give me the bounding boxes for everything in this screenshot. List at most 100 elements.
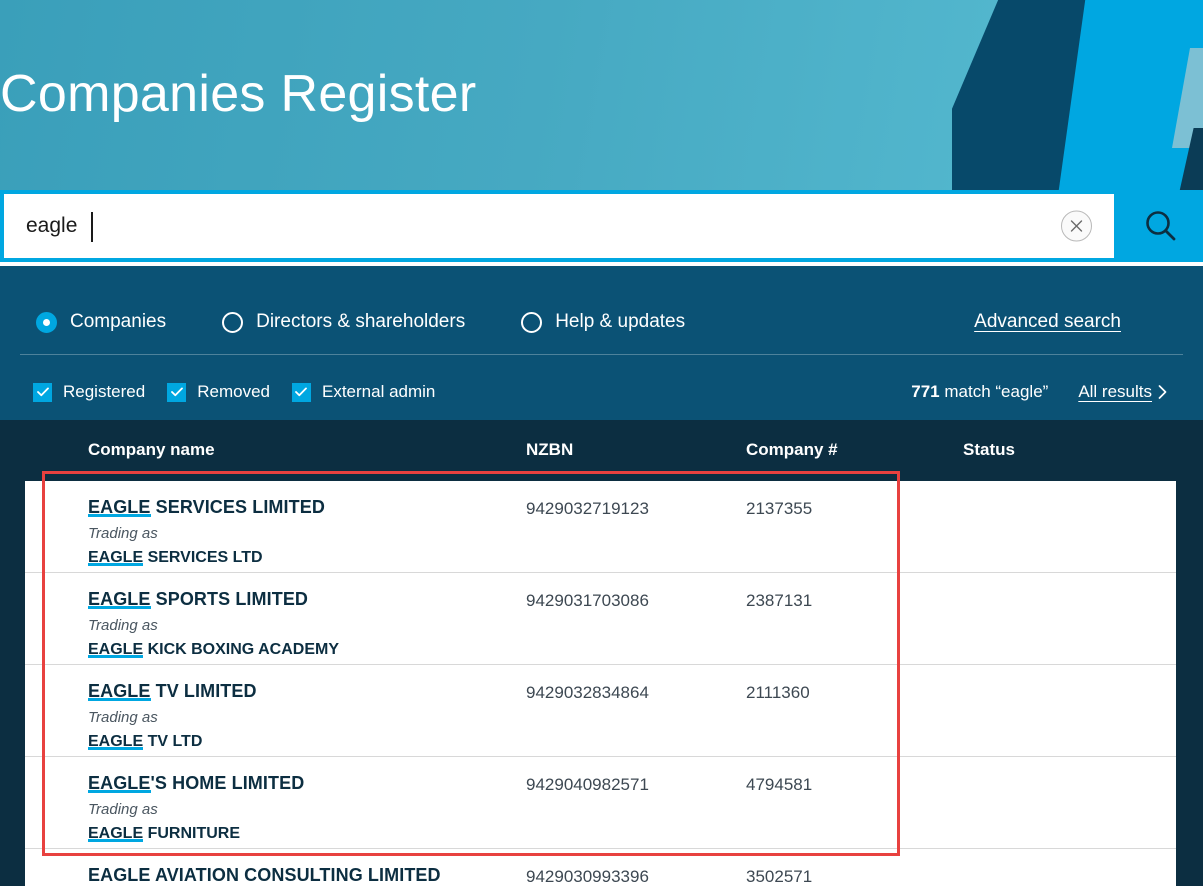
company-name-cell: EAGLE TV LIMITED Trading as EAGLE TV LTD bbox=[88, 681, 257, 751]
table-row[interactable]: EAGLE SPORTS LIMITED Trading as EAGLE KI… bbox=[25, 573, 1176, 665]
radio-option-directors-shareholders[interactable]: Directors & shareholders bbox=[222, 311, 465, 333]
company-number-cell: 3502571 bbox=[746, 867, 813, 886]
radio-icon-selected bbox=[36, 311, 57, 333]
trading-name-link[interactable]: EAGLE FURNITURE bbox=[88, 825, 304, 843]
trading-name-rest: FURNITURE bbox=[143, 825, 241, 842]
trading-name-rest: TV LTD bbox=[143, 733, 203, 750]
trading-name-link[interactable]: EAGLE TV LTD bbox=[88, 733, 257, 751]
company-name-rest: SERVICES LIMITED bbox=[150, 497, 325, 517]
status-checkbox-group: Registered Removed External admin 771 ma… bbox=[20, 368, 1183, 416]
text-caret bbox=[91, 212, 93, 242]
trading-as-label: Trading as bbox=[88, 525, 158, 542]
radio-label-help-updates: Help & updates bbox=[555, 311, 686, 332]
results-table-header-row: Company name NZBN Company # Status bbox=[0, 420, 1203, 481]
checkbox-icon-checked bbox=[291, 382, 311, 402]
table-row[interactable]: EAGLE AVIATION CONSULTING LIMITED 942903… bbox=[25, 849, 1176, 886]
company-name-rest: EAGLE AVIATION CONSULTING LIMITED bbox=[88, 865, 441, 885]
clear-search-button[interactable] bbox=[1061, 210, 1092, 242]
search-term-highlight: EAGLE bbox=[88, 549, 144, 566]
advanced-search-link[interactable]: Advanced search bbox=[974, 311, 1121, 333]
search-scope-radio-group: Companies Directors & shareholders Help … bbox=[20, 291, 1183, 353]
check-icon bbox=[170, 387, 183, 397]
trading-name-rest: KICK BOXING ACADEMY bbox=[143, 641, 339, 658]
search-submit-button[interactable] bbox=[1118, 190, 1203, 262]
table-row[interactable]: EAGLE TV LIMITED Trading as EAGLE TV LTD… bbox=[25, 665, 1176, 757]
radio-option-help-updates[interactable]: Help & updates bbox=[521, 311, 685, 333]
search-filters: Companies Directors & shareholders Help … bbox=[0, 266, 1203, 420]
all-results-link[interactable]: All results bbox=[1078, 382, 1167, 402]
company-name-cell: EAGLE SERVICES LIMITED Trading as EAGLE … bbox=[88, 497, 325, 567]
search-term-highlight: EAGLE bbox=[88, 497, 151, 517]
radio-icon-unselected bbox=[222, 311, 244, 333]
checkbox-option-external-admin[interactable]: External admin bbox=[291, 382, 436, 402]
match-count-number: 771 bbox=[911, 382, 940, 401]
column-header-company-number: Company # bbox=[746, 440, 838, 459]
nzbn-cell: 9429040982571 bbox=[526, 775, 649, 794]
company-name-cell: EAGLE'S HOME LIMITED Trading as EAGLE FU… bbox=[88, 773, 304, 843]
trading-as-label: Trading as bbox=[88, 709, 158, 726]
check-icon bbox=[36, 387, 49, 397]
companies-register-page: Companies Register Companies bbox=[0, 0, 1203, 886]
radio-icon-unselected bbox=[521, 311, 543, 333]
nzbn-cell: 9429032834864 bbox=[526, 683, 649, 702]
company-name-link[interactable]: EAGLE SPORTS LIMITED bbox=[88, 589, 339, 610]
company-name-link[interactable]: EAGLE SERVICES LIMITED bbox=[88, 497, 325, 518]
search-input[interactable] bbox=[4, 194, 1114, 258]
company-name-rest: TV LIMITED bbox=[150, 681, 257, 701]
company-name-link[interactable]: EAGLE TV LIMITED bbox=[88, 681, 257, 702]
search-term-highlight: EAGLE bbox=[88, 681, 151, 701]
checkbox-label-external-admin: External admin bbox=[321, 382, 436, 401]
results-table-header-band: Company name NZBN Company # Status bbox=[0, 420, 1203, 481]
checkbox-option-registered[interactable]: Registered bbox=[33, 382, 145, 402]
company-number-cell: 2387131 bbox=[746, 591, 813, 610]
table-row[interactable]: EAGLE SERVICES LIMITED Trading as EAGLE … bbox=[25, 481, 1176, 573]
checkbox-icon-checked bbox=[167, 382, 187, 402]
checkbox-icon-checked bbox=[33, 382, 52, 402]
company-name-link[interactable]: EAGLE AVIATION CONSULTING LIMITED bbox=[88, 865, 441, 886]
trading-name-rest: SERVICES LTD bbox=[143, 549, 263, 566]
results-table: EAGLE SERVICES LIMITED Trading as EAGLE … bbox=[25, 481, 1176, 886]
company-name-rest: 'S HOME LIMITED bbox=[150, 773, 305, 793]
company-name-cell: EAGLE SPORTS LIMITED Trading as EAGLE KI… bbox=[88, 589, 339, 659]
match-count-label: match “eagle” bbox=[944, 382, 1049, 401]
search-term-highlight: EAGLE bbox=[88, 825, 144, 842]
table-row[interactable]: EAGLE'S HOME LIMITED Trading as EAGLE FU… bbox=[25, 757, 1176, 849]
column-header-status: Status bbox=[963, 440, 1015, 459]
company-number-cell: 2137355 bbox=[746, 499, 813, 518]
close-icon bbox=[1070, 220, 1083, 232]
filter-divider bbox=[20, 354, 1183, 355]
search-icon bbox=[1145, 211, 1175, 241]
nzbn-cell: 9429032719123 bbox=[526, 499, 649, 518]
check-icon bbox=[295, 387, 308, 397]
all-results-label: All results bbox=[1078, 382, 1152, 401]
company-number-cell: 2111360 bbox=[746, 683, 810, 702]
radio-label-directors-shareholders: Directors & shareholders bbox=[256, 311, 466, 332]
company-name-link[interactable]: EAGLE'S HOME LIMITED bbox=[88, 773, 304, 794]
search-term-highlight: EAGLE bbox=[88, 641, 144, 658]
checkbox-option-removed[interactable]: Removed bbox=[167, 382, 270, 402]
company-name-cell: EAGLE AVIATION CONSULTING LIMITED bbox=[88, 865, 441, 886]
radio-label-companies: Companies bbox=[70, 311, 167, 332]
trading-name-link[interactable]: EAGLE SERVICES LTD bbox=[88, 549, 325, 567]
nzbn-cell: 9429030993396 bbox=[526, 867, 649, 886]
trading-as-label: Trading as bbox=[88, 617, 158, 634]
search-term-highlight: EAGLE bbox=[88, 773, 151, 793]
page-hero: Companies Register bbox=[0, 0, 1203, 190]
trading-as-label: Trading as bbox=[88, 801, 158, 818]
search-term-highlight: EAGLE bbox=[88, 733, 144, 750]
column-header-company-name: Company name bbox=[88, 440, 215, 459]
checkbox-label-removed: Removed bbox=[197, 382, 270, 401]
match-count-text: 771 match “eagle” bbox=[911, 382, 1048, 402]
company-number-cell: 4794581 bbox=[746, 775, 813, 794]
trading-name-link[interactable]: EAGLE KICK BOXING ACADEMY bbox=[88, 641, 339, 659]
company-name-rest: SPORTS LIMITED bbox=[150, 589, 309, 609]
search-field-wrapper bbox=[0, 190, 1118, 262]
checkbox-label-registered: Registered bbox=[63, 382, 146, 401]
search-term-highlight: EAGLE bbox=[88, 589, 151, 609]
column-header-nzbn: NZBN bbox=[526, 440, 574, 459]
nzbn-cell: 9429031703086 bbox=[526, 591, 649, 610]
search-bar bbox=[0, 190, 1203, 262]
chevron-right-icon bbox=[1158, 385, 1167, 399]
radio-option-companies[interactable]: Companies bbox=[36, 311, 166, 333]
page-title: Companies Register bbox=[0, 65, 477, 123]
